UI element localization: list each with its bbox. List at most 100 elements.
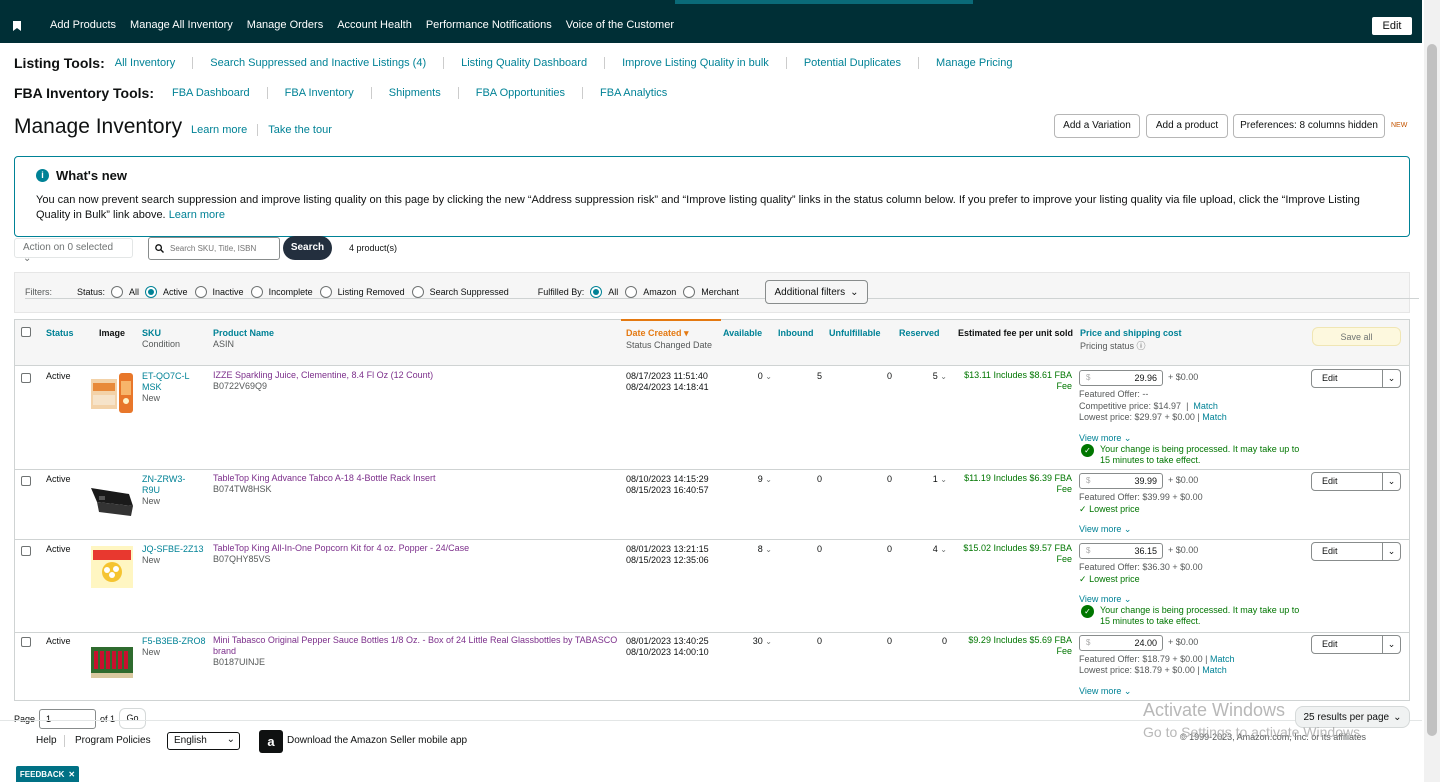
- close-icon[interactable]: ✕: [68, 770, 75, 779]
- fulfilled-radio-amazon[interactable]: [625, 286, 638, 298]
- row-available[interactable]: 0 ⌄: [740, 371, 772, 382]
- link-all-inventory[interactable]: All Inventory: [115, 57, 176, 69]
- link-listing-quality-dashboard[interactable]: Listing Quality Dashboard: [461, 57, 587, 69]
- row-reserved[interactable]: 1 ⌄: [915, 474, 947, 485]
- take-tour-link[interactable]: Take the tour: [268, 124, 332, 136]
- info-circle-icon[interactable]: ⓘ: [1137, 341, 1146, 351]
- status-radio-listing-removed[interactable]: [319, 286, 332, 298]
- chevron-down-icon[interactable]: ⌄: [1382, 473, 1400, 490]
- link-shipments[interactable]: Shipments: [389, 87, 441, 99]
- row-sku[interactable]: ZN-ZRW3-R9U: [142, 474, 190, 496]
- edit-label[interactable]: Edit: [1322, 546, 1338, 556]
- row-available[interactable]: 30 ⌄: [740, 636, 772, 647]
- help-link[interactable]: Help: [36, 735, 57, 746]
- save-all-button[interactable]: Save all: [1312, 327, 1401, 346]
- row-checkbox[interactable]: [21, 373, 31, 383]
- edit-label[interactable]: Edit: [1322, 639, 1338, 649]
- edit-label[interactable]: Edit: [1322, 476, 1338, 486]
- nav-add-products[interactable]: Add Products: [50, 19, 116, 31]
- price-input[interactable]: $29.96: [1079, 370, 1163, 386]
- row-product-name[interactable]: TableTop King All-In-One Popcorn Kit for…: [213, 543, 469, 554]
- col-unfulfillable[interactable]: Unfulfillable: [829, 328, 881, 338]
- link-fba-dashboard[interactable]: FBA Dashboard: [172, 87, 250, 99]
- link-search-suppressed[interactable]: Search Suppressed and Inactive Listings …: [210, 57, 426, 69]
- row-product-name[interactable]: TableTop King Advance Tabco A-18 4-Bottl…: [213, 473, 435, 484]
- status-radio-all[interactable]: [111, 286, 124, 298]
- nav-performance-notifications[interactable]: Performance Notifications: [426, 19, 552, 31]
- edit-split-button[interactable]: Edit ⌄: [1311, 635, 1401, 654]
- bookmark-icon[interactable]: [13, 21, 21, 31]
- link-potential-duplicates[interactable]: Potential Duplicates: [804, 57, 901, 69]
- link-manage-pricing[interactable]: Manage Pricing: [936, 57, 1012, 69]
- nav-manage-all-inventory[interactable]: Manage All Inventory: [130, 19, 233, 31]
- status-radio-active[interactable]: [145, 286, 158, 298]
- product-image-tabasco[interactable]: [89, 637, 135, 683]
- nav-voice-of-customer[interactable]: Voice of the Customer: [566, 19, 674, 31]
- row-checkbox[interactable]: [21, 546, 31, 556]
- row-reserved[interactable]: 5 ⌄: [915, 371, 947, 382]
- price-input[interactable]: $36.15: [1079, 543, 1163, 559]
- row-checkbox[interactable]: [21, 476, 31, 486]
- row-sku[interactable]: F5-B3EB-ZRO8: [142, 636, 212, 647]
- col-reserved[interactable]: Reserved: [899, 328, 940, 338]
- chevron-down-icon[interactable]: ⌄: [1382, 543, 1400, 560]
- feedback-tab[interactable]: FEEDBACK ✕: [16, 766, 79, 782]
- status-radio-search-suppressed[interactable]: [411, 286, 424, 298]
- link-fba-analytics[interactable]: FBA Analytics: [600, 87, 667, 99]
- row-product-name[interactable]: IZZE Sparkling Juice, Clementine, 8.4 Fl…: [213, 370, 433, 381]
- col-status[interactable]: Status: [46, 328, 74, 338]
- nav-edit-button[interactable]: Edit: [1372, 17, 1412, 35]
- link-fba-opportunities[interactable]: FBA Opportunities: [476, 87, 565, 99]
- match-link[interactable]: Match: [1202, 665, 1227, 675]
- edit-split-button[interactable]: Edit ⌄: [1311, 542, 1401, 561]
- match-link[interactable]: Match: [1202, 412, 1227, 422]
- scrollbar-thumb[interactable]: [1427, 44, 1437, 736]
- bulk-action-select[interactable]: Action on 0 selected ⌄: [14, 238, 133, 264]
- search-box[interactable]: [148, 237, 280, 260]
- chevron-down-icon[interactable]: ⌄: [1382, 370, 1400, 387]
- match-link[interactable]: Match: [1210, 654, 1235, 664]
- fulfilled-radio-merchant[interactable]: [683, 286, 696, 298]
- link-improve-listing-quality[interactable]: Improve Listing Quality in bulk: [622, 57, 769, 69]
- fulfilled-radio-all[interactable]: [590, 286, 603, 298]
- edit-label[interactable]: Edit: [1322, 373, 1338, 383]
- col-inbound[interactable]: Inbound: [778, 328, 814, 338]
- search-input[interactable]: [170, 244, 270, 253]
- preferences-button[interactable]: Preferences: 8 columns hidden: [1233, 114, 1385, 138]
- edit-split-button[interactable]: Edit ⌄: [1311, 369, 1401, 388]
- match-link[interactable]: Match: [1193, 401, 1218, 411]
- status-radio-incomplete[interactable]: [250, 286, 263, 298]
- row-checkbox[interactable]: [21, 637, 31, 647]
- page-scrollbar[interactable]: [1424, 0, 1440, 782]
- chevron-down-icon[interactable]: ⌄: [1382, 636, 1400, 653]
- search-button[interactable]: Search: [283, 236, 332, 260]
- row-sku[interactable]: ET-QO7C-LMSK: [142, 371, 190, 393]
- col-product-name[interactable]: Product Name ASIN: [213, 328, 274, 349]
- additional-filters-button[interactable]: Additional filters ⌄: [765, 280, 868, 304]
- price-input[interactable]: $39.99: [1079, 473, 1163, 489]
- language-select[interactable]: English ⌄: [167, 732, 240, 750]
- price-input[interactable]: $24.00: [1079, 635, 1163, 651]
- col-date-created[interactable]: Date Created ▾ Status Changed Date: [626, 328, 712, 350]
- view-more-link[interactable]: View more ⌄: [1079, 524, 1131, 535]
- view-more-link[interactable]: View more ⌄: [1079, 686, 1131, 697]
- nav-manage-orders[interactable]: Manage Orders: [247, 19, 323, 31]
- link-fba-inventory[interactable]: FBA Inventory: [285, 87, 354, 99]
- status-radio-inactive[interactable]: [194, 286, 207, 298]
- download-app-link[interactable]: Download the Amazon Seller mobile app: [287, 735, 467, 746]
- view-more-link[interactable]: View more ⌄: [1079, 433, 1131, 444]
- edit-split-button[interactable]: Edit ⌄: [1311, 472, 1401, 491]
- row-available[interactable]: 8 ⌄: [740, 544, 772, 555]
- row-available[interactable]: 9 ⌄: [740, 474, 772, 485]
- row-sku[interactable]: JQ-SFBE-2Z13: [142, 544, 212, 555]
- product-image-izze[interactable]: [89, 371, 135, 417]
- program-policies-link[interactable]: Program Policies: [75, 735, 151, 746]
- select-all-checkbox[interactable]: [21, 327, 31, 337]
- row-reserved[interactable]: 4 ⌄: [915, 544, 947, 555]
- add-variation-button[interactable]: Add a Variation: [1054, 114, 1140, 138]
- whats-new-learn-more[interactable]: Learn more: [169, 209, 225, 221]
- view-more-link[interactable]: View more ⌄: [1079, 594, 1131, 605]
- learn-more-link[interactable]: Learn more: [191, 124, 247, 136]
- product-image-popcorn[interactable]: [89, 544, 135, 590]
- product-image-rack[interactable]: [89, 476, 135, 522]
